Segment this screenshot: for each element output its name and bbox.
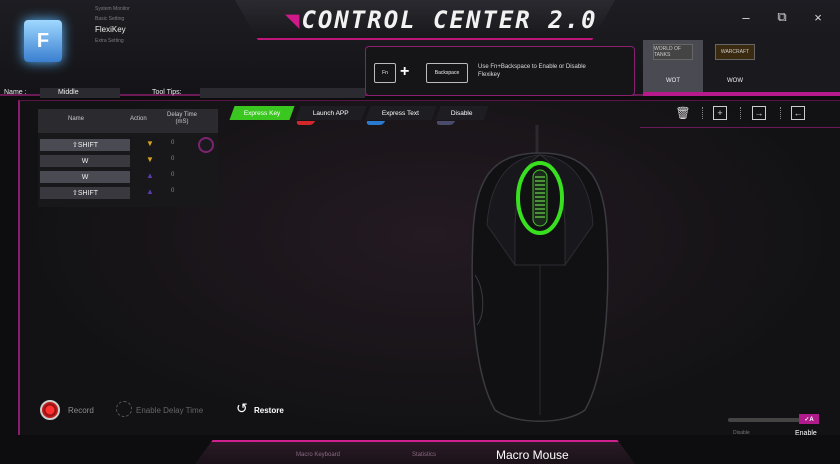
enable-toggle-thumb[interactable]: ✓A <box>799 414 819 424</box>
tab-express-text[interactable]: Express Text <box>365 106 437 125</box>
key-down-icon: ▼ <box>146 155 154 164</box>
key-down-icon: ▼ <box>146 139 154 148</box>
minimize-button[interactable]: – <box>734 8 758 26</box>
profile-label: WOW <box>727 78 743 84</box>
module-flexikey[interactable]: FlexiKey <box>95 24 130 36</box>
export-icon[interactable]: → <box>752 106 766 120</box>
name-row: Name : Middle Tool Tips: <box>0 88 370 99</box>
divider <box>702 107 703 119</box>
macro-key: W <box>40 171 130 183</box>
profile-thumb: WORLD OF TANKS <box>653 44 693 60</box>
toolbar: 🗑 + → ← <box>640 100 840 128</box>
table-scroll-knob[interactable] <box>198 137 214 153</box>
backspace-key-icon: Backspace <box>426 63 468 83</box>
tab-label: Express Key <box>243 109 281 117</box>
key-up-icon: ▲ <box>146 171 154 180</box>
restore-window-button[interactable]: ⧉ <box>770 8 794 26</box>
col-name: Name <box>68 116 85 122</box>
restore-button[interactable]: Restore <box>254 406 284 415</box>
title-logo-icon: ◥ <box>285 6 302 34</box>
name-value[interactable]: Middle <box>58 89 79 96</box>
profile-thumb: WARCRAFT <box>715 44 755 60</box>
macro-table: Name Action Delay Time (mS) ⇧SHIFT ▼ 0 W… <box>38 109 218 207</box>
mouse-illustration <box>455 125 625 425</box>
plus-icon: + <box>400 63 410 80</box>
name-field[interactable] <box>40 88 120 98</box>
plus-box-icon[interactable]: + <box>713 106 727 120</box>
table-header: Name Action Delay Time (mS) <box>38 109 218 133</box>
nav-statistics[interactable]: Statistics <box>412 452 436 458</box>
tab-label: Launch APP <box>313 109 349 117</box>
table-row[interactable]: ⇧SHIFT ▼ 0 <box>38 139 198 152</box>
tab-label: Express Text <box>382 109 420 117</box>
nav-macro-mouse[interactable]: Macro Mouse <box>496 448 569 462</box>
macro-delay: 0 <box>171 188 175 194</box>
name-label: Name : <box>4 89 27 96</box>
tab-disable[interactable]: Disable <box>435 106 489 125</box>
flexikey-app-icon[interactable]: F <box>24 20 62 62</box>
table-row[interactable]: ⇧SHIFT ▲ 0 <box>38 187 198 200</box>
key-up-icon: ▲ <box>146 187 154 196</box>
nav-macro-keyboard[interactable]: Macro Keyboard <box>296 452 340 458</box>
fn-backspace-hint: Fn + Backspace Use Fn+Backspace to Enabl… <box>365 46 635 96</box>
enable-delay-label[interactable]: Enable Delay Time <box>136 406 203 415</box>
fn-key-icon: Fn <box>374 63 396 83</box>
hint-text: Use Fn+Backspace to Enable or Disable Fl… <box>478 64 586 78</box>
divider <box>740 107 741 119</box>
profile-list: WORLD OF TANKS WOT WARCRAFT WOW <box>643 40 840 96</box>
module-system-monitor[interactable]: System Monitor <box>95 4 130 14</box>
divider <box>780 107 781 119</box>
profile-wot[interactable]: WORLD OF TANKS WOT <box>643 40 703 96</box>
table-row[interactable]: W ▼ 0 <box>38 155 198 168</box>
close-button[interactable]: × <box>806 8 830 26</box>
tab-launch-app[interactable]: Launch APP <box>295 106 367 125</box>
record-button[interactable] <box>40 400 60 420</box>
record-label: Record <box>68 406 94 415</box>
col-delay: Delay Time (mS) <box>166 112 197 125</box>
module-list: System Monitor Basic Setting FlexiKey Ex… <box>95 4 130 46</box>
macro-key: ⇧SHIFT <box>40 187 130 199</box>
clock-icon[interactable] <box>116 401 132 417</box>
col-action: Action <box>130 116 147 122</box>
import-icon[interactable]: ← <box>791 106 805 120</box>
tooltips-field <box>200 88 365 98</box>
macro-delay: 0 <box>171 172 175 178</box>
macro-key: ⇧SHIFT <box>40 139 130 151</box>
macro-delay: 0 <box>171 140 175 146</box>
trash-icon[interactable]: 🗑 <box>675 106 690 120</box>
module-extra-setting[interactable]: Extra Setting <box>95 36 130 46</box>
macro-key: W <box>40 155 130 167</box>
profile-scrollbar[interactable] <box>643 92 840 96</box>
restore-icon[interactable]: ↺ <box>236 400 248 417</box>
tooltips-label: Tool Tips: <box>152 89 182 96</box>
module-basic-setting[interactable]: Basic Setting <box>95 14 130 24</box>
mouse-graphic <box>471 125 609 422</box>
profile-wow[interactable]: WARCRAFT WOW <box>705 40 765 96</box>
app-title-text: CONTROL CENTER 2.0 <box>301 6 598 34</box>
tab-express-key[interactable]: Express Key <box>229 106 295 120</box>
app-title: ◥CONTROL CENTER 2.0 <box>285 6 598 34</box>
profile-label: WOT <box>666 78 680 84</box>
table-row[interactable]: W ▲ 0 <box>38 171 198 184</box>
macro-delay: 0 <box>171 156 175 162</box>
tab-label: Disable <box>451 109 473 117</box>
